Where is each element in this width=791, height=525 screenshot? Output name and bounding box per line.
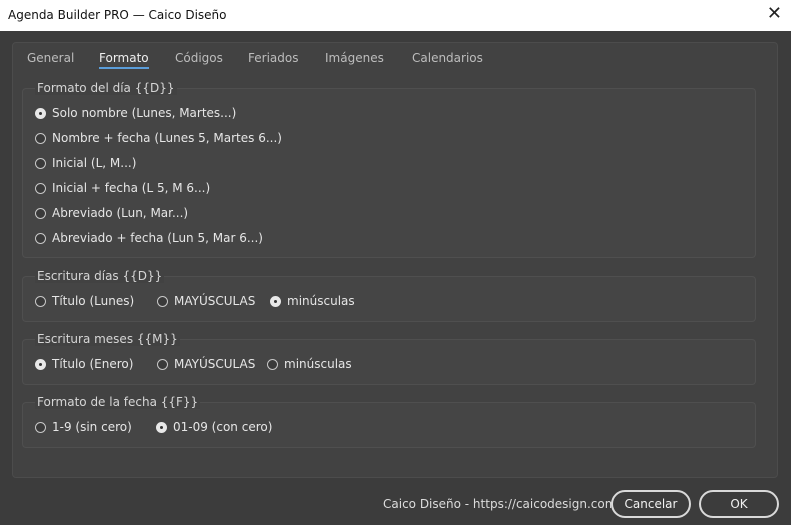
tab-calendarios[interactable]: Calendarios [412,51,483,65]
radio-date-sin-cero[interactable]: 1-9 (sin cero) [35,420,132,434]
cancel-button[interactable]: Cancelar [611,490,691,518]
radio-unselected-icon [35,295,46,307]
window-title: Agenda Builder PRO — Caico Diseño [8,8,227,22]
radio-selected-icon [270,295,281,307]
radio-label: 1-9 (sin cero) [52,420,132,434]
ok-button[interactable]: OK [699,490,779,518]
radio-unselected-icon [157,295,168,307]
radio-selected-icon [35,107,46,119]
radio-unselected-icon [35,232,46,244]
radio-selected-icon [35,358,46,370]
tab-bar: General Formato Códigos Feriados Imágene… [13,43,777,73]
radio-label: 01-09 (con cero) [173,420,273,434]
radio-label: Solo nombre (Lunes, Martes...) [52,106,237,120]
radio-day-titulo[interactable]: Título (Lunes) [35,294,134,308]
radio-month-minusculas[interactable]: minúsculas [267,357,352,371]
radio-day-minusculas[interactable]: minúsculas [270,294,355,308]
month-case-title: Escritura meses {{M}} [35,332,180,346]
radio-label: MAYÚSCULAS [174,294,256,308]
website-link[interactable]: Caico Diseño - https://caicodesign.com [383,497,616,511]
radio-label: Título (Enero) [52,357,134,371]
radio-day-inicial-fecha[interactable]: Inicial + fecha (L 5, M 6...) [35,181,210,195]
radio-label: minúsculas [287,294,355,308]
tab-imagenes[interactable]: Imágenes [325,51,384,65]
radio-unselected-icon [35,421,46,433]
radio-unselected-icon [35,157,46,169]
tab-formato[interactable]: Formato [99,51,149,69]
radio-month-mayusculas[interactable]: MAYÚSCULAS [157,357,255,371]
radio-unselected-icon [35,132,46,144]
title-bar: Agenda Builder PRO — Caico Diseño ✕ [0,0,791,31]
tab-general[interactable]: General [27,51,74,65]
radio-label: Título (Lunes) [52,294,135,308]
tab-codigos[interactable]: Códigos [175,51,223,65]
radio-day-mayusculas[interactable]: MAYÚSCULAS [157,294,255,308]
radio-label: MAYÚSCULAS [174,357,256,371]
radio-day-solo-nombre[interactable]: Solo nombre (Lunes, Martes...) [35,106,236,120]
radio-unselected-icon [157,358,168,370]
radio-label: Abreviado + fecha (Lun 5, Mar 6...) [52,231,263,245]
radio-month-titulo[interactable]: Título (Enero) [35,357,133,371]
close-icon[interactable]: ✕ [767,4,782,24]
radio-label: Nombre + fecha (Lunes 5, Martes 6...) [52,131,282,145]
radio-day-nombre-fecha[interactable]: Nombre + fecha (Lunes 5, Martes 6...) [35,131,282,145]
radio-unselected-icon [35,182,46,194]
radio-day-inicial[interactable]: Inicial (L, M...) [35,156,136,170]
radio-unselected-icon [35,207,46,219]
tab-feriados[interactable]: Feriados [248,51,298,65]
date-format-title: Formato de la fecha {{F}} [35,395,201,409]
radio-selected-icon [156,421,167,433]
radio-label: Inicial (L, M...) [52,156,137,170]
radio-day-abreviado[interactable]: Abreviado (Lun, Mar...) [35,206,188,220]
radio-date-con-cero[interactable]: 01-09 (con cero) [156,420,272,434]
radio-label: minúsculas [284,357,352,371]
radio-unselected-icon [267,358,278,370]
day-case-title: Escritura días {{D}} [35,269,165,283]
radio-label: Abreviado (Lun, Mar...) [52,206,189,220]
radio-label: Inicial + fecha (L 5, M 6...) [52,181,211,195]
radio-day-abreviado-fecha[interactable]: Abreviado + fecha (Lun 5, Mar 6...) [35,231,263,245]
day-format-title: Formato del día {{D}} [35,81,177,95]
